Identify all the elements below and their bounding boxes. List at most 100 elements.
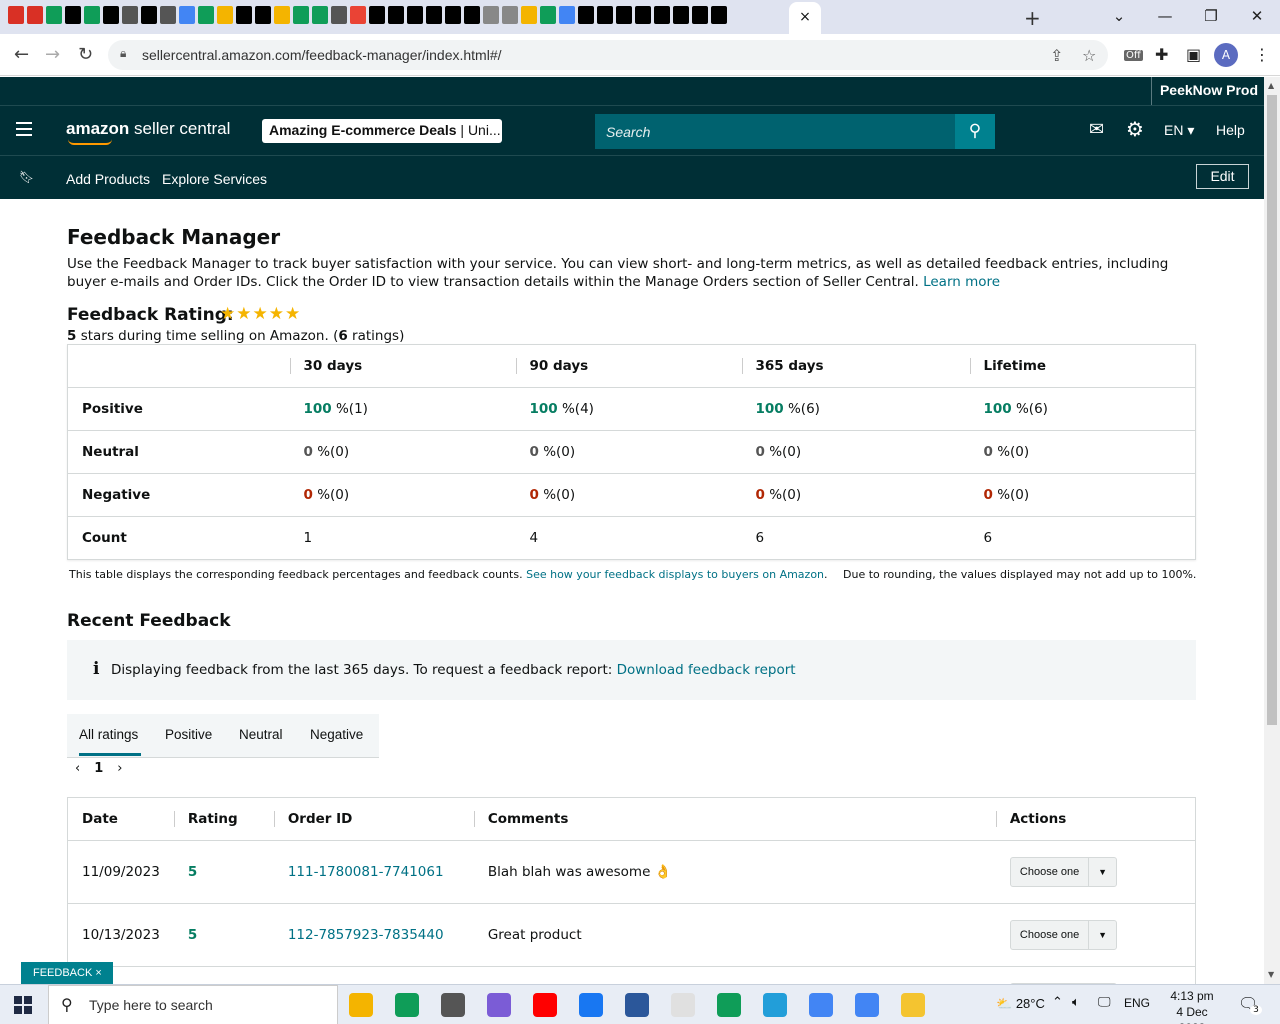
tab-favicon-icon[interactable] [8, 6, 24, 24]
order-id-link[interactable]: 112-7857923-7835440 [288, 927, 444, 943]
download-report-link[interactable]: Download feedback report [617, 662, 796, 678]
tab-negative[interactable]: Negative [310, 727, 363, 742]
extension-off-badge[interactable]: Off [1124, 50, 1143, 61]
language-selector[interactable]: EN ▾ [1164, 122, 1194, 139]
maximize-icon[interactable]: ❐ [1188, 0, 1234, 34]
tab-favicon-icon[interactable] [502, 6, 518, 24]
taskbar-app-icon[interactable] [441, 993, 465, 1017]
buyer-display-link[interactable]: See how your feedback displays to buyers… [526, 568, 824, 581]
store-name[interactable]: PeekNow Prod [1150, 77, 1258, 105]
taskbar-app-icon[interactable] [717, 993, 741, 1017]
close-tab-icon[interactable]: × [799, 9, 811, 25]
tab-favicon-icon[interactable] [407, 6, 423, 24]
tab-favicon-icon[interactable] [654, 6, 670, 24]
tab-favicon-icon[interactable] [692, 6, 708, 24]
tab-all-ratings[interactable]: All ratings [79, 727, 138, 742]
tab-favicon-icon[interactable] [369, 6, 385, 24]
prev-page-icon[interactable]: ‹ [75, 761, 80, 776]
help-link[interactable]: Help [1216, 122, 1245, 138]
new-tab-button[interactable]: + [1024, 6, 1041, 30]
lock-icon[interactable]: 🔒︎ [120, 46, 126, 61]
learn-more-link[interactable]: Learn more [923, 274, 1000, 290]
tab-favicon-icon[interactable] [331, 6, 347, 24]
feedback-widget-button[interactable]: FEEDBACK × [21, 962, 113, 984]
tab-favicon-icon[interactable] [540, 6, 556, 24]
share-icon[interactable]: ⇪ [1050, 46, 1063, 65]
tab-favicon-icon[interactable] [445, 6, 461, 24]
tab-favicon-icon[interactable] [179, 6, 195, 24]
settings-gear-icon[interactable]: ⚙ [1126, 117, 1144, 141]
scroll-down-icon[interactable]: ▼ [1268, 970, 1274, 979]
tab-favicon-icon[interactable] [578, 6, 594, 24]
tab-favicon-icon[interactable] [350, 6, 366, 24]
close-window-icon[interactable]: ✕ [1234, 0, 1280, 34]
page-scrollbar[interactable]: ▲ ▼ [1264, 77, 1280, 984]
forward-arrow-icon[interactable]: → [45, 44, 60, 65]
taskbar-app-icon[interactable] [855, 993, 879, 1017]
taskbar-app-icon[interactable] [487, 993, 511, 1017]
back-arrow-icon[interactable]: ← [14, 44, 29, 65]
taskbar-app-icon[interactable] [533, 993, 557, 1017]
tab-favicon-icon[interactable] [65, 6, 81, 24]
tab-search-chevron-icon[interactable]: ⌄ [1096, 0, 1142, 34]
taskbar-app-icon[interactable] [349, 993, 373, 1017]
taskbar-app-icon[interactable] [763, 993, 787, 1017]
tab-favicon-icon[interactable] [141, 6, 157, 24]
explore-services-link[interactable]: Explore Services [162, 171, 267, 187]
tab-favicon-icon[interactable] [236, 6, 252, 24]
taskbar-app-icon[interactable] [809, 993, 833, 1017]
tab-favicon-icon[interactable] [521, 6, 537, 24]
tab-favicon-icon[interactable] [122, 6, 138, 24]
tray-chevron-icon[interactable]: ⌃ [1052, 995, 1063, 1010]
side-panel-icon[interactable]: ▣ [1186, 45, 1201, 64]
bookmark-star-icon[interactable]: ☆ [1082, 46, 1096, 65]
active-tab[interactable]: × [789, 2, 821, 34]
page-number[interactable]: 1 [94, 761, 103, 776]
tab-favicon-icon[interactable] [46, 6, 62, 24]
taskbar-clock[interactable]: 4:13 pm 4 Dec 2023 [1162, 988, 1222, 1024]
edit-bookmarks-button[interactable]: Edit [1196, 164, 1249, 189]
mail-icon[interactable]: ✉ [1089, 119, 1104, 140]
tab-favicon-icon[interactable] [559, 6, 575, 24]
tab-favicon-icon[interactable] [388, 6, 404, 24]
tab-favicon-icon[interactable] [103, 6, 119, 24]
tab-favicon-icon[interactable] [483, 6, 499, 24]
tab-favicon-icon[interactable] [711, 6, 727, 24]
reload-icon[interactable]: ↻ [78, 44, 93, 65]
tab-favicon-icon[interactable] [255, 6, 271, 24]
tab-favicon-icon[interactable] [616, 6, 632, 24]
tab-favicon-icon[interactable] [673, 6, 689, 24]
taskbar-search-box[interactable]: ⚲ Type here to search [48, 985, 338, 1024]
add-products-link[interactable]: Add Products [66, 171, 150, 187]
taskbar-app-icon[interactable] [671, 993, 695, 1017]
taskbar-app-icon[interactable] [395, 993, 419, 1017]
seller-central-logo[interactable]: amazon seller central [66, 119, 230, 145]
action-dropdown[interactable]: Choose one ▼ [1009, 857, 1117, 887]
browser-menu-icon[interactable]: ⋮ [1254, 45, 1270, 64]
tab-favicon-icon[interactable] [426, 6, 442, 24]
order-id-link[interactable]: 111-1780081-7741061 [288, 864, 444, 880]
search-input[interactable] [595, 114, 955, 149]
url-text[interactable]: sellercentral.amazon.com/feedback-manage… [142, 47, 502, 63]
tab-favicon-icon[interactable] [198, 6, 214, 24]
tab-favicon-icon[interactable] [160, 6, 176, 24]
scroll-thumb[interactable] [1267, 95, 1277, 725]
tab-favicon-icon[interactable] [464, 6, 480, 24]
tab-favicon-icon[interactable] [635, 6, 651, 24]
windows-start-icon[interactable] [14, 996, 32, 1014]
search-button[interactable]: ⚲ [955, 114, 995, 149]
tab-favicon-icon[interactable] [274, 6, 290, 24]
tab-favicon-icon[interactable] [597, 6, 613, 24]
tab-favicon-icon[interactable] [312, 6, 328, 24]
action-dropdown[interactable]: Choose one ▼ [1009, 920, 1117, 950]
tab-positive[interactable]: Positive [165, 727, 212, 742]
bookmark-icon[interactable]: 🔖︎ [19, 170, 34, 184]
hamburger-menu-icon[interactable] [16, 122, 32, 140]
address-bar[interactable]: 🔒︎ sellercentral.amazon.com/feedback-man… [108, 40, 1108, 70]
taskbar-app-icon[interactable] [579, 993, 603, 1017]
minimize-icon[interactable]: — [1142, 0, 1188, 34]
tab-favicon-icon[interactable] [217, 6, 233, 24]
profile-avatar[interactable]: A [1214, 43, 1238, 67]
weather-widget[interactable]: ⛅ 28°C [996, 996, 1045, 1012]
account-switcher[interactable]: Amazing E-commerce Deals | Uni... [262, 119, 502, 143]
